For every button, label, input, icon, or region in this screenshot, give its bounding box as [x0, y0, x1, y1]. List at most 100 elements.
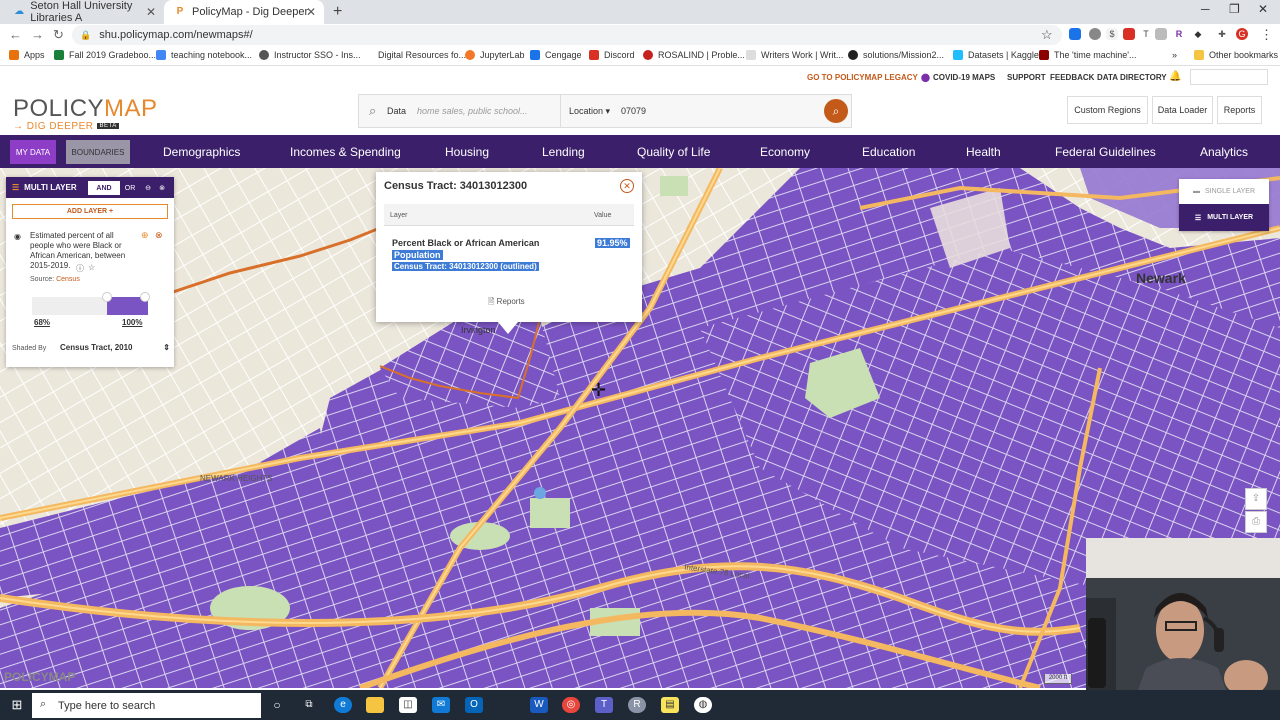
nav-housing[interactable]: Housing	[445, 145, 489, 159]
or-toggle[interactable]: OR	[120, 181, 140, 195]
close-icon[interactable]: ✕	[306, 5, 316, 19]
nav-incomes-spending[interactable]: Incomes & Spending	[290, 145, 401, 159]
bookmark-item[interactable]: The 'time machine'...	[1039, 50, 1136, 60]
cortana-icon[interactable]: ○	[268, 697, 286, 713]
outlook-icon[interactable]: O	[465, 697, 483, 713]
teams-icon[interactable]: T	[595, 697, 613, 713]
feedback-link[interactable]: FEEDBACK	[1050, 73, 1094, 82]
legacy-link[interactable]: GO TO POLICYMAP LEGACY	[807, 73, 918, 82]
tab-seton-hall[interactable]: ☁ Seton Hall University Libraries A ✕	[4, 0, 164, 24]
close-icon[interactable]: ⊗	[156, 181, 168, 195]
extension-icon[interactable]	[1123, 28, 1135, 40]
edge-icon[interactable]: e	[334, 697, 352, 713]
sticky-notes-icon[interactable]: ▤	[661, 697, 679, 713]
my-data-button[interactable]: MY DATA	[10, 140, 56, 164]
nav-lending[interactable]: Lending	[542, 145, 585, 159]
bell-icon[interactable]: 🔔	[1169, 71, 1181, 82]
close-window-icon[interactable]: ✕	[1258, 2, 1268, 16]
location-dropdown[interactable]: Location ▾	[569, 106, 610, 117]
r-icon[interactable]: R	[628, 697, 646, 713]
nav-demographics[interactable]: Demographics	[163, 145, 240, 159]
task-view-icon[interactable]: ⧉	[300, 697, 318, 713]
obs-icon[interactable]: ◍	[694, 697, 712, 713]
store-icon[interactable]: ◫	[399, 697, 417, 713]
support-link[interactable]: SUPPORT	[1007, 73, 1046, 82]
extension-icon[interactable]: R	[1173, 28, 1185, 40]
chrome-icon[interactable]: ◎	[562, 697, 580, 713]
bookmark-item[interactable]: Cengage	[530, 50, 582, 60]
nav-federal-guidelines[interactable]: Federal Guidelines	[1055, 145, 1156, 159]
single-layer-button[interactable]: ▬ SINGLE LAYER	[1179, 179, 1269, 204]
print-icon[interactable]: ⎙	[1245, 511, 1267, 533]
extension-icon[interactable]	[1155, 28, 1167, 40]
policymap-logo[interactable]: POLICYMAP → DIG DEEPER BETA	[13, 95, 158, 132]
url-input[interactable]: 🔒 shu.policymap.com/newmaps#/	[72, 25, 1062, 45]
multi-layer-button[interactable]: ☰ MULTI LAYER	[1179, 204, 1269, 231]
other-bookmarks[interactable]: Other bookmarks	[1194, 50, 1278, 60]
covid-link[interactable]: COVID-19 MAPS	[933, 73, 995, 82]
star-icon[interactable]: ☆	[1041, 27, 1053, 43]
reports-button[interactable]: Reports	[1217, 96, 1262, 124]
maximize-icon[interactable]: ❐	[1229, 2, 1240, 16]
file-explorer-icon[interactable]	[366, 697, 384, 713]
windows-start-icon[interactable]: ⊞	[8, 697, 26, 713]
forward-icon[interactable]: →	[31, 27, 44, 42]
nav-quality-of-life[interactable]: Quality of Life	[637, 145, 710, 159]
visibility-eye-icon[interactable]: ◉	[14, 232, 21, 241]
tab-policymap[interactable]: P PolicyMap - Dig Deeper ✕	[164, 0, 324, 24]
extension-icon[interactable]: $	[1106, 28, 1118, 40]
new-tab-icon[interactable]: +	[333, 3, 342, 21]
extension-icon[interactable]: ◆	[1192, 28, 1204, 40]
back-icon[interactable]: ←	[9, 27, 22, 42]
minimize-icon[interactable]: ─	[1201, 2, 1210, 16]
popup-reports-link[interactable]: 🗎 Reports	[488, 296, 525, 310]
close-icon[interactable]: ✕	[620, 179, 634, 193]
add-layer-button[interactable]: ADD LAYER +	[12, 204, 168, 219]
nav-health[interactable]: Health	[966, 145, 1001, 159]
range-slider-high-handle[interactable]	[140, 292, 150, 302]
reload-icon[interactable]: ↻	[53, 27, 64, 43]
profile-avatar-icon[interactable]: G	[1236, 28, 1248, 40]
bookmark-item[interactable]: teaching notebook...	[156, 50, 252, 60]
info-icon[interactable]: ⓘ	[76, 263, 84, 274]
and-toggle[interactable]: AND	[88, 181, 120, 195]
search-submit-button[interactable]: ⌕	[824, 99, 848, 123]
bookmark-item[interactable]: Datasets | Kaggle	[953, 50, 1039, 60]
puzzle-icon[interactable]: ✚	[1216, 28, 1228, 40]
source-link[interactable]: Census	[56, 276, 80, 283]
nav-education[interactable]: Education	[862, 145, 915, 159]
bookmark-item[interactable]: Discord	[589, 50, 635, 60]
share-icon[interactable]: ⇪	[1245, 488, 1267, 510]
extension-icon[interactable]: T	[1140, 28, 1152, 40]
nav-economy[interactable]: Economy	[760, 145, 810, 159]
data-search-input[interactable]: home sales, public school...	[417, 106, 528, 116]
location-input[interactable]: 07079	[621, 106, 646, 116]
nav-analytics[interactable]: Analytics	[1200, 145, 1248, 159]
bookmark-apps[interactable]: Apps	[9, 50, 45, 60]
add-icon[interactable]: ⊕	[141, 230, 149, 241]
collapse-icon[interactable]: ⊖	[142, 181, 154, 195]
star-icon[interactable]: ☆	[88, 263, 95, 272]
extension-icon[interactable]	[1069, 28, 1081, 40]
data-directory-link[interactable]: DATA DIRECTORY	[1097, 73, 1167, 82]
shaded-by-select[interactable]: Census Tract, 2010 ⇕	[60, 343, 170, 352]
bookmark-item[interactable]: Fall 2019 Gradeboo...	[54, 50, 156, 60]
bookmark-item[interactable]: ROSALIND | Proble...	[643, 50, 745, 60]
bookmark-item[interactable]: solutions/Mission2...	[848, 50, 944, 60]
bookmarks-overflow[interactable]: »	[1172, 50, 1177, 60]
custom-regions-button[interactable]: Custom Regions	[1067, 96, 1148, 124]
word-icon[interactable]: W	[530, 697, 548, 713]
bookmark-item[interactable]: Writers Work | Writ...	[746, 50, 843, 60]
mail-icon[interactable]: ✉	[432, 697, 450, 713]
bookmark-item[interactable]: JupyterLab	[465, 50, 525, 60]
taskbar-search-input[interactable]: ⌕ Type here to search	[32, 693, 261, 718]
data-loader-button[interactable]: Data Loader	[1152, 96, 1213, 124]
extension-icon[interactable]	[1089, 28, 1101, 40]
close-icon[interactable]: ✕	[146, 5, 156, 19]
menu-kebab-icon[interactable]: ⋮	[1260, 27, 1273, 43]
remove-icon[interactable]: ⊗	[155, 230, 163, 241]
webcam-overlay	[1086, 538, 1280, 690]
bookmark-item[interactable]: Instructor SSO - Ins...	[259, 50, 361, 60]
bookmark-item[interactable]: Digital Resources fo...	[378, 50, 466, 60]
boundaries-button[interactable]: BOUNDARIES	[66, 140, 130, 164]
